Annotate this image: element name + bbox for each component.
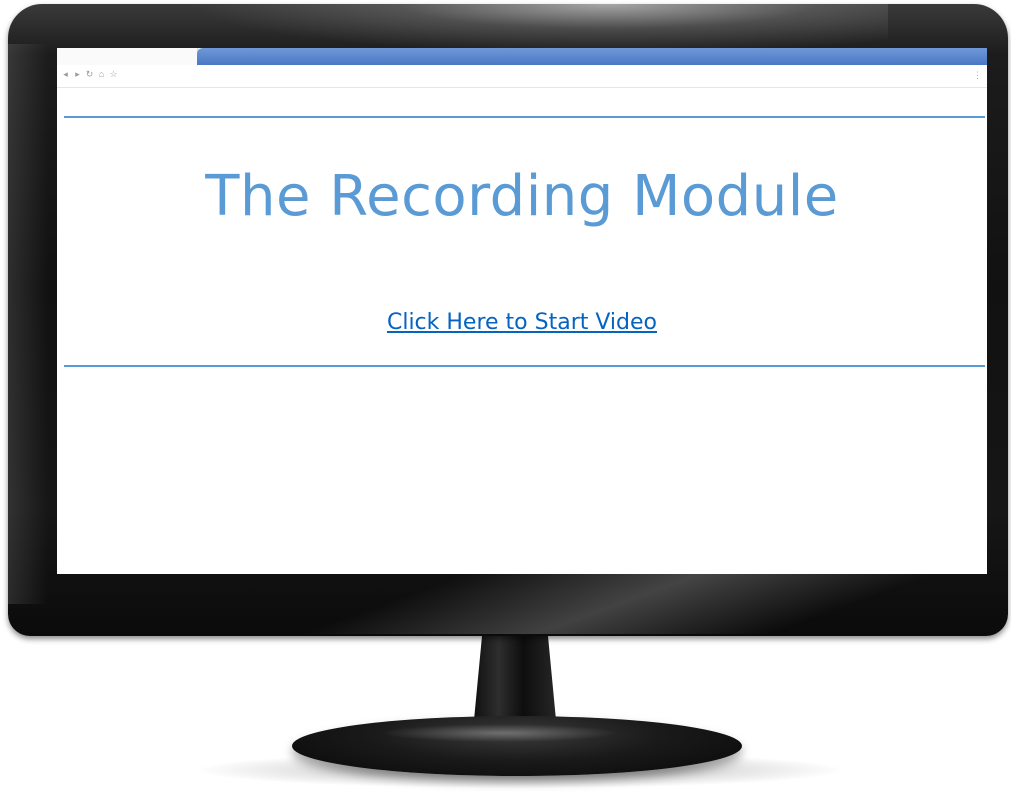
bezel-shine [188,4,888,54]
browser-tab[interactable] [57,48,198,65]
browser-tab-bar [57,48,987,65]
menu-icon[interactable]: ⋮ [973,70,982,81]
toolbar-icon-group: ◂ ▸ ↻ ⌂ ☆ [61,68,118,80]
monitor-illustration: ◂ ▸ ↻ ⌂ ☆ ⋮ The Recording Module Click H… [0,0,1011,797]
forward-icon[interactable]: ▸ [73,68,82,80]
page-title: The Recording Module [205,164,839,229]
browser-toolbar: ◂ ▸ ↻ ⌂ ☆ ⋮ [57,65,987,88]
start-video-link[interactable]: Click Here to Start Video [387,310,657,335]
bezel-bottom-shine [308,574,928,634]
monitor-screen: ◂ ▸ ↻ ⌂ ☆ ⋮ The Recording Module Click H… [57,48,987,574]
monitor-bezel: ◂ ▸ ↻ ⌂ ☆ ⋮ The Recording Module Click H… [8,4,1008,636]
top-divider [64,116,985,118]
base-highlight [380,724,620,742]
browser-tab-strip [197,48,987,65]
bezel-left-shine [8,44,48,604]
monitor-neck [474,634,556,720]
bookmark-icon[interactable]: ☆ [109,68,118,80]
back-icon[interactable]: ◂ [61,68,70,80]
home-icon[interactable]: ⌂ [97,68,106,80]
bottom-divider [64,365,985,367]
reload-icon[interactable]: ↻ [85,68,94,80]
start-video-link-container: Click Here to Start Video [57,308,987,338]
